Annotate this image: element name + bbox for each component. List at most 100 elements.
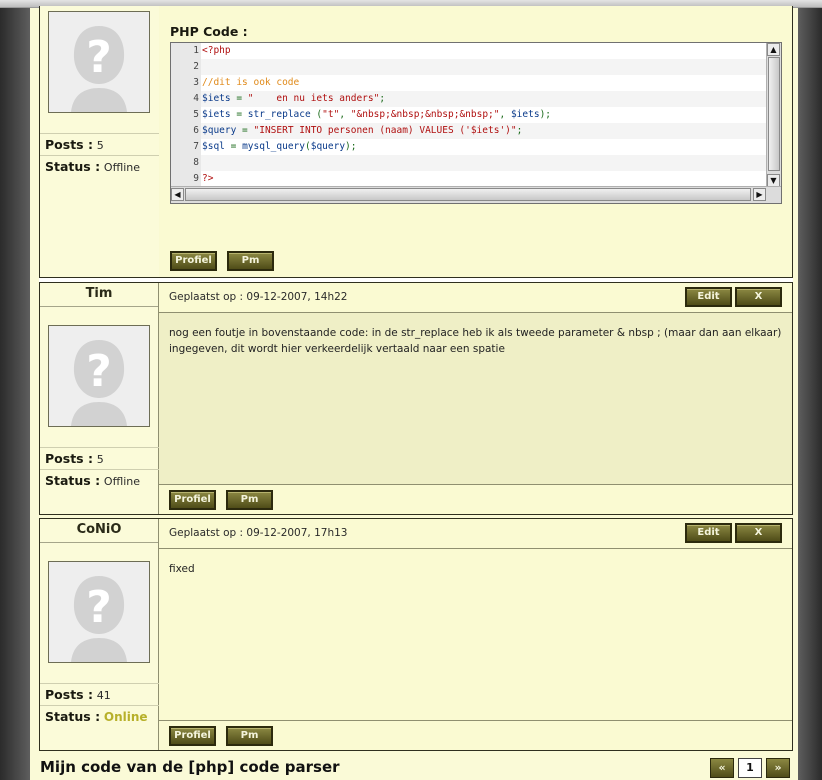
code-token: $sql [202, 141, 225, 152]
pm-button[interactable]: Pm [227, 251, 274, 271]
left-window-shadow [0, 0, 30, 780]
status-label: Status : [45, 473, 101, 488]
post-header: Geplaatst op : 09-12-2007, 17h13 Edit X [159, 519, 792, 549]
scroll-thumb[interactable] [185, 188, 751, 201]
code-line: 9 ?> [171, 171, 767, 187]
code-token: $iets [202, 93, 231, 104]
thread-title: Mijn code van de [php] code parser [40, 758, 340, 776]
post-author-panel: ? Posts : 5 Status : Offline [40, 6, 159, 277]
post-count: Posts : 5 [40, 133, 159, 155]
code-block-title: PHP Code : [170, 24, 248, 39]
profile-button[interactable]: Profiel [169, 726, 216, 746]
code-token: $query [310, 141, 346, 152]
next-page-button[interactable]: » [766, 758, 790, 778]
line-number: 6 [193, 125, 199, 136]
post-count: Posts : 5 [40, 447, 159, 469]
code-line: 6 $query = "INSERT INTO personen (naam) V… [171, 123, 767, 139]
code-text: ?> [201, 171, 767, 187]
code-token: , [499, 109, 511, 120]
edit-button[interactable]: Edit [685, 523, 732, 543]
code-token: , [339, 109, 351, 120]
code-text: $query = "INSERT INTO personen (naam) VA… [201, 123, 767, 139]
posts-value: 5 [96, 139, 104, 152]
line-number: 5 [193, 109, 199, 120]
code-line: 4 $iets = " en nu iets anders"; [171, 91, 767, 107]
forum-post: ? Posts : 5 Status : Offline PHP Code : … [39, 6, 793, 278]
default-avatar-icon: ? [49, 562, 149, 662]
profile-button[interactable]: Profiel [170, 251, 217, 271]
post-author-panel: CoNiO ? Posts : 41 Status : Online [40, 519, 159, 750]
code-token: = [230, 109, 248, 120]
line-number: 8 [193, 157, 199, 168]
code-token: $iets [510, 109, 540, 120]
post-timestamp: Geplaatst op : 09-12-2007, 14h22 [169, 291, 348, 303]
svg-text:?: ? [86, 346, 112, 397]
line-number: 1 [193, 45, 199, 56]
code-text: <?php [201, 43, 767, 59]
post-header: Geplaatst op : 09-12-2007, 14h22 Edit X [159, 283, 792, 313]
scroll-thumb[interactable] [768, 57, 780, 171]
posts-label: Posts : [45, 687, 93, 702]
code-line: 2 [171, 59, 767, 75]
code-line: 1 <?php [171, 43, 767, 59]
posts-value: 5 [96, 453, 104, 466]
code-token: //dit is ook code [202, 77, 300, 88]
delete-button[interactable]: X [735, 287, 782, 307]
prev-page-button[interactable]: « [710, 758, 734, 778]
post-body: fixed [159, 549, 792, 720]
code-token: ?> [202, 173, 214, 184]
default-avatar-icon: ? [49, 12, 149, 112]
scroll-left-arrow-icon[interactable]: ◀ [171, 188, 184, 201]
scroll-right-arrow-icon[interactable]: ▶ [753, 188, 766, 201]
post-author-panel: Tim ? Posts : 5 Status : Offline [40, 283, 159, 514]
code-line: 7 $sql = mysql_query($query); [171, 139, 767, 155]
status-value: Offline [103, 161, 140, 174]
svg-text:?: ? [86, 582, 112, 633]
code-token: $query [202, 125, 237, 136]
post-footer: Profiel Pm [159, 720, 792, 750]
user-status: Status : Offline [40, 469, 159, 491]
post-footer: Profiel Pm [159, 484, 792, 514]
code-token: ); [345, 141, 357, 152]
code-token: mysql_query [242, 141, 305, 152]
line-number: 2 [193, 61, 199, 72]
forum-page: ? Posts : 5 Status : Offline PHP Code : … [30, 6, 798, 780]
post-content: Geplaatst op : 09-12-2007, 14h22 Edit X … [159, 283, 792, 514]
code-token: ; [379, 93, 386, 104]
status-label: Status : [45, 709, 101, 724]
avatar: ? [48, 325, 150, 427]
code-token: "t" [322, 109, 340, 120]
code-token: <?php [202, 45, 231, 56]
line-number: 3 [193, 77, 199, 88]
default-avatar-icon: ? [49, 326, 149, 426]
code-line: 3//dit is ook code [171, 75, 767, 91]
code-block[interactable]: 1 <?php 2 3//dit is ook code 4 $iets = " en n… [170, 42, 782, 204]
code-token: "&nbsp;&nbsp;&nbsp;&nbsp;" [350, 109, 500, 120]
vertical-scrollbar[interactable]: ▲ ▼ [766, 43, 781, 187]
avatar: ? [48, 11, 150, 113]
delete-button[interactable]: X [735, 523, 782, 543]
status-value: Online [103, 710, 148, 724]
code-text [201, 59, 767, 75]
horizontal-scrollbar[interactable]: ◀ ▶ [171, 186, 781, 203]
username[interactable]: Tim [40, 283, 158, 307]
code-token: = [224, 141, 243, 152]
username[interactable]: CoNiO [40, 519, 158, 543]
code-token: ( [310, 109, 323, 120]
status-label: Status : [45, 159, 101, 174]
profile-button[interactable]: Profiel [169, 490, 216, 510]
post-content: Geplaatst op : 09-12-2007, 17h13 Edit X … [159, 519, 792, 750]
pm-button[interactable]: Pm [226, 490, 273, 510]
code-text [201, 155, 767, 171]
line-number: 7 [193, 141, 199, 152]
forum-post: Tim ? Posts : 5 Status : Offline Geplaat [39, 282, 793, 515]
line-number: 4 [193, 93, 199, 104]
current-page[interactable]: 1 [738, 758, 762, 778]
code-token: $iets [202, 109, 231, 120]
code-token: ); [539, 109, 552, 120]
code-token: str_replace [247, 109, 311, 120]
code-text: $sql = mysql_query($query); [201, 139, 767, 155]
edit-button[interactable]: Edit [685, 287, 732, 307]
pm-button[interactable]: Pm [226, 726, 273, 746]
scroll-up-arrow-icon[interactable]: ▲ [767, 43, 780, 56]
